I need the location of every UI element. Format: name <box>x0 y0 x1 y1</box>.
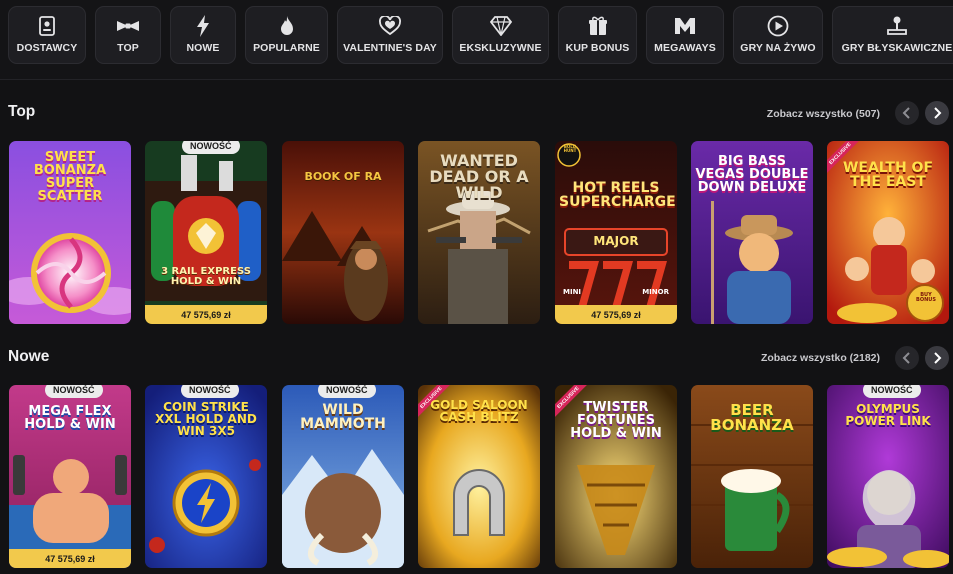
chevron-left-icon <box>902 352 910 364</box>
jackpot-amount: 47 575,69 zł <box>9 549 131 568</box>
lightning-icon <box>196 15 210 37</box>
game-card[interactable]: NOWOŚĆ OLYMPUS POWER LINK <box>827 385 949 568</box>
game-card[interactable]: BEER BONANZA <box>691 385 813 568</box>
game-thumbnail <box>145 141 267 324</box>
providers-icon <box>38 15 56 37</box>
category-label: POPULARNE <box>253 42 320 54</box>
game-card[interactable]: NOWOŚĆ MEGA FLEX HOLD & WIN 47 575,69 zł <box>9 385 131 568</box>
category-instant-games[interactable]: GRY BŁYSKAWICZNE <box>832 6 953 64</box>
category-popular[interactable]: POPULARNE <box>245 6 328 64</box>
category-label: KUP BONUS <box>565 42 630 54</box>
game-thumbnail <box>282 141 404 324</box>
game-title: BOOK OF RA <box>304 170 382 183</box>
category-label: EKSKLUZYWNE <box>459 42 542 54</box>
carousel-next-button[interactable] <box>925 346 949 370</box>
carousel-prev-button[interactable] <box>895 346 919 370</box>
flame-icon <box>279 15 295 37</box>
game-title: HOT REELS SUPERCHARGED <box>559 180 677 210</box>
category-buy-bonus[interactable]: KUP BONUS <box>558 6 637 64</box>
game-card[interactable]: BOOK OF RA <box>282 141 404 324</box>
category-exclusive[interactable]: EKSKLUZYWNE <box>452 6 549 64</box>
category-megaways[interactable]: MEGAWAYS <box>646 6 724 64</box>
game-title: TWISTER FORTUNES HOLD & WIN <box>570 400 662 441</box>
chevron-right-icon <box>934 107 942 119</box>
game-title: BEER BONANZA <box>710 401 794 434</box>
heart-icon <box>379 15 401 37</box>
game-card[interactable]: EXCLUSIVE WEALTH OF THE EAST BUY BONUS <box>827 141 949 324</box>
new-badge: NOWOŚĆ <box>45 385 103 398</box>
carousel-next-button[interactable] <box>925 101 949 125</box>
jackpot-tier-label: MINI <box>563 288 582 296</box>
category-live-games[interactable]: GRY NA ŻYWO <box>733 6 823 64</box>
category-label: GRY NA ŻYWO <box>740 42 816 54</box>
category-top[interactable]: TOP <box>95 6 161 64</box>
category-label: TOP <box>117 42 139 54</box>
game-card[interactable]: BIG BASS VEGAS DOUBLE DOWN DELUXE <box>691 141 813 324</box>
game-thumbnail <box>555 141 677 324</box>
game-title: GOLD SALOON CASH BLITZ <box>430 398 528 424</box>
megaways-icon <box>674 15 696 37</box>
game-title: WILD MAMMOTH <box>300 402 386 432</box>
game-title: BIG BASS VEGAS DOUBLE DOWN DELUXE <box>695 154 809 195</box>
jackpot-amount: 47 575,69 zł <box>555 305 677 324</box>
play-icon <box>767 15 789 37</box>
game-card[interactable]: NOWOŚĆ COIN STRIKE XXL HOLD AND WIN 3X5 <box>145 385 267 568</box>
game-title: 3 RAIL EXPRESS HOLD & WIN <box>161 266 251 287</box>
game-title: MEGA FLEX HOLD & WIN <box>24 404 116 432</box>
game-title: WEALTH OF THE EAST <box>842 160 934 190</box>
section-title-new: Nowe <box>8 348 50 365</box>
chevron-right-icon <box>934 352 942 364</box>
category-providers[interactable]: DOSTAWCY <box>8 6 86 64</box>
category-label: VALENTINE'S DAY <box>343 42 437 54</box>
category-label: DOSTAWCY <box>16 42 78 54</box>
see-all-link-new[interactable]: Zobacz wszystko (2182) <box>761 352 880 364</box>
game-card[interactable]: EXCLUSIVE GOLD SALOON CASH BLITZ <box>418 385 540 568</box>
carousel-prev-button[interactable] <box>895 101 919 125</box>
see-all-link-top[interactable]: Zobacz wszystko (507) <box>767 108 880 120</box>
category-label: MEGAWAYS <box>654 42 716 54</box>
category-bar: DOSTAWCY TOP NOWE POPULARNE VALENTINE'S … <box>0 0 953 80</box>
new-badge: NOWOŚĆ <box>181 385 239 398</box>
game-card[interactable]: WANTED DEAD OR A WILD <box>418 141 540 324</box>
new-badge: NOWOŚĆ <box>318 385 376 398</box>
game-title: COIN STRIKE XXL HOLD AND WIN 3X5 <box>155 400 257 438</box>
game-card[interactable]: EXCLUSIVE TWISTER FORTUNES HOLD & WIN <box>555 385 677 568</box>
gift-icon <box>588 15 608 37</box>
category-label: NOWE <box>186 42 220 54</box>
game-title: SWEET BONANZA SUPER SCATTER <box>33 150 107 204</box>
jackpot-tier-label: MAJOR <box>593 234 639 248</box>
game-card[interactable]: 3 RAIL EXPRESS HOLD & WIN NOWOŚĆ 47 575,… <box>145 141 267 324</box>
game-card[interactable]: SWEET BONANZA SUPER SCATTER <box>9 141 131 324</box>
bowtie-icon <box>116 15 140 37</box>
diamond-icon <box>489 15 512 37</box>
joystick-icon <box>886 15 908 37</box>
category-label: GRY BŁYSKAWICZNE <box>841 42 953 54</box>
new-badge: NOWOŚĆ <box>863 385 921 398</box>
game-title: OLYMPUS POWER LINK <box>845 402 931 428</box>
provider-logo-text: BOLD HUNT <box>563 144 577 153</box>
buy-bonus-label: BUY BONUS <box>916 292 936 303</box>
chevron-left-icon <box>902 107 910 119</box>
category-valentines[interactable]: VALENTINE'S DAY <box>337 6 443 64</box>
new-badge: NOWOŚĆ <box>182 141 240 154</box>
jackpot-amount: 47 575,69 zł <box>145 305 267 324</box>
game-card[interactable]: NOWOŚĆ WILD MAMMOTH <box>282 385 404 568</box>
game-title: WANTED DEAD OR A WILD <box>429 151 529 202</box>
game-card[interactable]: BOLD HUNT HOT REELS SUPERCHARGED MAJOR M… <box>555 141 677 324</box>
jackpot-tier-label: MINOR <box>642 288 669 296</box>
section-title-top: Top <box>8 103 36 120</box>
category-new[interactable]: NOWE <box>170 6 236 64</box>
